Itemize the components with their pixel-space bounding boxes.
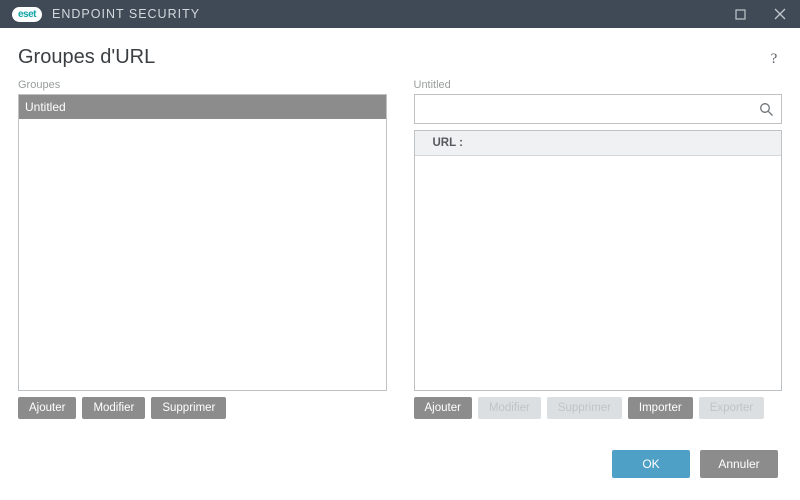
groups-panel: Groupes Untitled Ajouter Modifier Suppri…	[18, 79, 387, 419]
groups-list[interactable]: Untitled	[18, 94, 387, 391]
urls-remove-button: Supprimer	[547, 397, 622, 419]
url-list[interactable]: URL :	[414, 130, 783, 391]
url-column-header: URL :	[415, 131, 782, 156]
cancel-button[interactable]: Annuler	[700, 450, 778, 478]
svg-text:?: ?	[771, 51, 778, 65]
close-button[interactable]	[760, 0, 800, 28]
app-title: ENDPOINT SECURITY	[52, 7, 200, 21]
title-bar: eset ENDPOINT SECURITY	[0, 0, 800, 28]
page-title: Groupes d'URL	[18, 46, 155, 69]
groups-button-row: Ajouter Modifier Supprimer	[18, 397, 387, 419]
urls-button-row: Ajouter Modifier Supprimer Importer Expo…	[414, 397, 783, 419]
groups-add-button[interactable]: Ajouter	[18, 397, 76, 419]
dialog-footer: OK Annuler	[612, 450, 778, 478]
urls-label: Untitled	[414, 79, 783, 91]
group-list-item[interactable]: Untitled	[19, 95, 386, 119]
url-search-input[interactable]	[425, 100, 758, 118]
urls-export-button: Exporter	[699, 397, 764, 419]
groups-remove-button[interactable]: Supprimer	[151, 397, 226, 419]
page-header: Groupes d'URL ?	[0, 28, 800, 79]
groups-modify-button[interactable]: Modifier	[82, 397, 145, 419]
help-icon[interactable]: ?	[766, 50, 782, 66]
ok-button[interactable]: OK	[612, 450, 690, 478]
urls-panel: Untitled URL : Ajouter Modifier Supprime…	[414, 79, 783, 419]
urls-add-button[interactable]: Ajouter	[414, 397, 472, 419]
url-search-container	[414, 94, 783, 124]
eset-logo: eset	[12, 7, 42, 22]
urls-import-button[interactable]: Importer	[628, 397, 693, 419]
urls-modify-button: Modifier	[478, 397, 541, 419]
content-area: Groupes Untitled Ajouter Modifier Suppri…	[0, 79, 800, 419]
maximize-button[interactable]	[720, 0, 760, 28]
window-controls	[720, 0, 800, 28]
groups-label: Groupes	[18, 79, 387, 91]
search-icon[interactable]	[757, 100, 775, 118]
